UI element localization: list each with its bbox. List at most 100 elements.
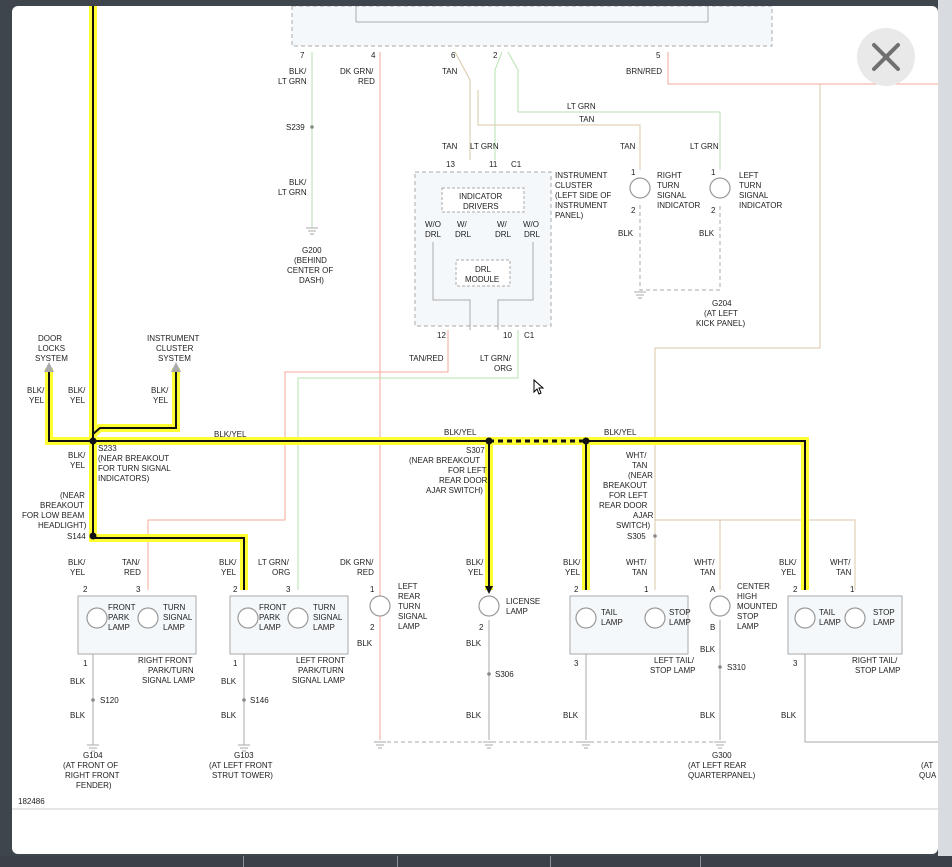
splice-label: BREAKOUT <box>40 501 84 510</box>
splice-label: FOR TURN SIGNAL <box>98 464 171 473</box>
lamp-label: SIGNAL <box>163 613 193 622</box>
splice-label: (NEAR BREAKOUT <box>98 454 169 463</box>
wire-label: TAN <box>836 568 852 577</box>
wire-wht-tan-chmsl <box>655 519 721 590</box>
lamp-label: CENTER <box>737 582 770 591</box>
wire-label: BLK <box>466 711 482 720</box>
lamp-label: TURN <box>398 602 420 611</box>
wire-label: BLK/ <box>219 558 237 567</box>
wire-label: RED <box>124 568 141 577</box>
splice-label: (NEAR BREAKOUT <box>409 456 480 465</box>
component-label: SIGNAL <box>657 191 687 200</box>
bottom-tab[interactable] <box>700 856 851 867</box>
wire-label: TAN/RED <box>409 354 444 363</box>
diagram-id: 182486 <box>18 797 45 806</box>
splice-s305 <box>653 534 657 538</box>
wire-label: SWITCH) <box>616 521 651 530</box>
bottom-tab[interactable] <box>550 856 701 867</box>
splice-node <box>582 437 590 445</box>
wire-label: AJAR <box>633 511 654 520</box>
pin-label: 2 <box>711 206 716 215</box>
lamp-label: LAMP <box>163 623 185 632</box>
ground-icon <box>483 741 495 749</box>
wire-label: WHT/ <box>694 558 715 567</box>
lamp-label: STOP <box>873 608 895 617</box>
close-button[interactable] <box>857 28 915 86</box>
wire-label: FOR LEFT <box>609 491 648 500</box>
component-label: TURN <box>739 181 761 190</box>
bottom-tab[interactable] <box>243 856 398 867</box>
wire-tan-long <box>654 84 821 520</box>
lamp-label: TAIL <box>601 608 618 617</box>
system-label: INSTRUMENT <box>147 334 200 343</box>
wire-label: DK GRN/ <box>340 67 374 76</box>
wire-label: BLK <box>618 229 634 238</box>
pin-label: 1 <box>83 659 88 668</box>
component-label: SIGNAL <box>739 191 769 200</box>
splice-s239 <box>310 125 314 129</box>
module-label: DRL <box>495 230 512 239</box>
splice-s144 <box>89 532 97 540</box>
wire-label: BLK/YEL <box>604 428 637 437</box>
splice-s233 <box>89 437 97 445</box>
wire-label: BLK/ <box>289 67 307 76</box>
component-label: PANEL) <box>555 211 584 220</box>
lamp-label: HIGH <box>737 592 757 601</box>
splice-label: S310 <box>727 663 746 672</box>
lamp-label: FRONT <box>259 603 287 612</box>
bottom-tab[interactable] <box>397 856 551 867</box>
lamp-label: LAMP <box>669 618 691 627</box>
scrollbar-track[interactable] <box>938 0 952 867</box>
ground-label: KICK PANEL) <box>696 319 746 328</box>
splice-label: S146 <box>250 696 269 705</box>
module-label: W/O <box>523 220 539 229</box>
wire-label: YEL <box>29 396 45 405</box>
pin-label: 4 <box>371 51 376 60</box>
wire-label: TAN <box>632 568 648 577</box>
ground-label: G200 <box>302 246 322 255</box>
bulb-icon <box>237 607 259 629</box>
component-label: RIGHT FRONT <box>138 656 193 665</box>
bulb-icon <box>369 595 391 617</box>
splice-label: FOR LEFT <box>448 466 487 475</box>
wire-label: YEL <box>565 568 581 577</box>
wire-label: BLK <box>700 711 716 720</box>
pin-label: 3 <box>136 585 141 594</box>
module-label: DRL <box>524 230 541 239</box>
splice-s146 <box>242 698 246 702</box>
pin-label: B <box>710 623 715 632</box>
wire-ltgrn-left-ind <box>507 51 721 170</box>
wire-label: BLK <box>699 229 715 238</box>
module-label: W/ <box>457 220 468 229</box>
lamp-label: LAMP <box>259 623 281 632</box>
pin-label: 3 <box>574 659 579 668</box>
bulb-icon <box>844 607 866 629</box>
module-label: W/ <box>497 220 508 229</box>
module-label: DRL <box>425 230 442 239</box>
lamp-label: MOUNTED <box>737 602 778 611</box>
lamp-label: LAMP <box>506 607 528 616</box>
wire-label: LT GRN <box>567 102 596 111</box>
wire-label: YEL <box>70 461 86 470</box>
wire-label: BLK <box>357 639 373 648</box>
component-label: SIGNAL LAMP <box>292 676 345 685</box>
system-label: DOOR <box>38 334 62 343</box>
component-label: INDICATOR <box>657 201 700 210</box>
lamp-label: SIGNAL <box>398 612 428 621</box>
ground-icon <box>634 291 646 299</box>
component-label: TURN <box>657 181 679 190</box>
pin-label: 2 <box>574 585 579 594</box>
pin-label: 3 <box>286 585 291 594</box>
wire-label: DK GRN/ <box>340 558 374 567</box>
bulb-icon <box>137 607 159 629</box>
component-label: INSTRUMENT <box>555 201 608 210</box>
close-icon <box>872 43 900 71</box>
module-label: DRL <box>475 265 492 274</box>
bulb-icon <box>629 177 651 199</box>
component-label: RIGHT TAIL/ <box>852 656 898 665</box>
wire-label: RED <box>358 77 375 86</box>
pin-label: 2 <box>793 585 798 594</box>
module-label: MODULE <box>465 275 499 284</box>
ground-label: STRUT TOWER) <box>212 771 273 780</box>
ground-icon <box>714 741 726 749</box>
